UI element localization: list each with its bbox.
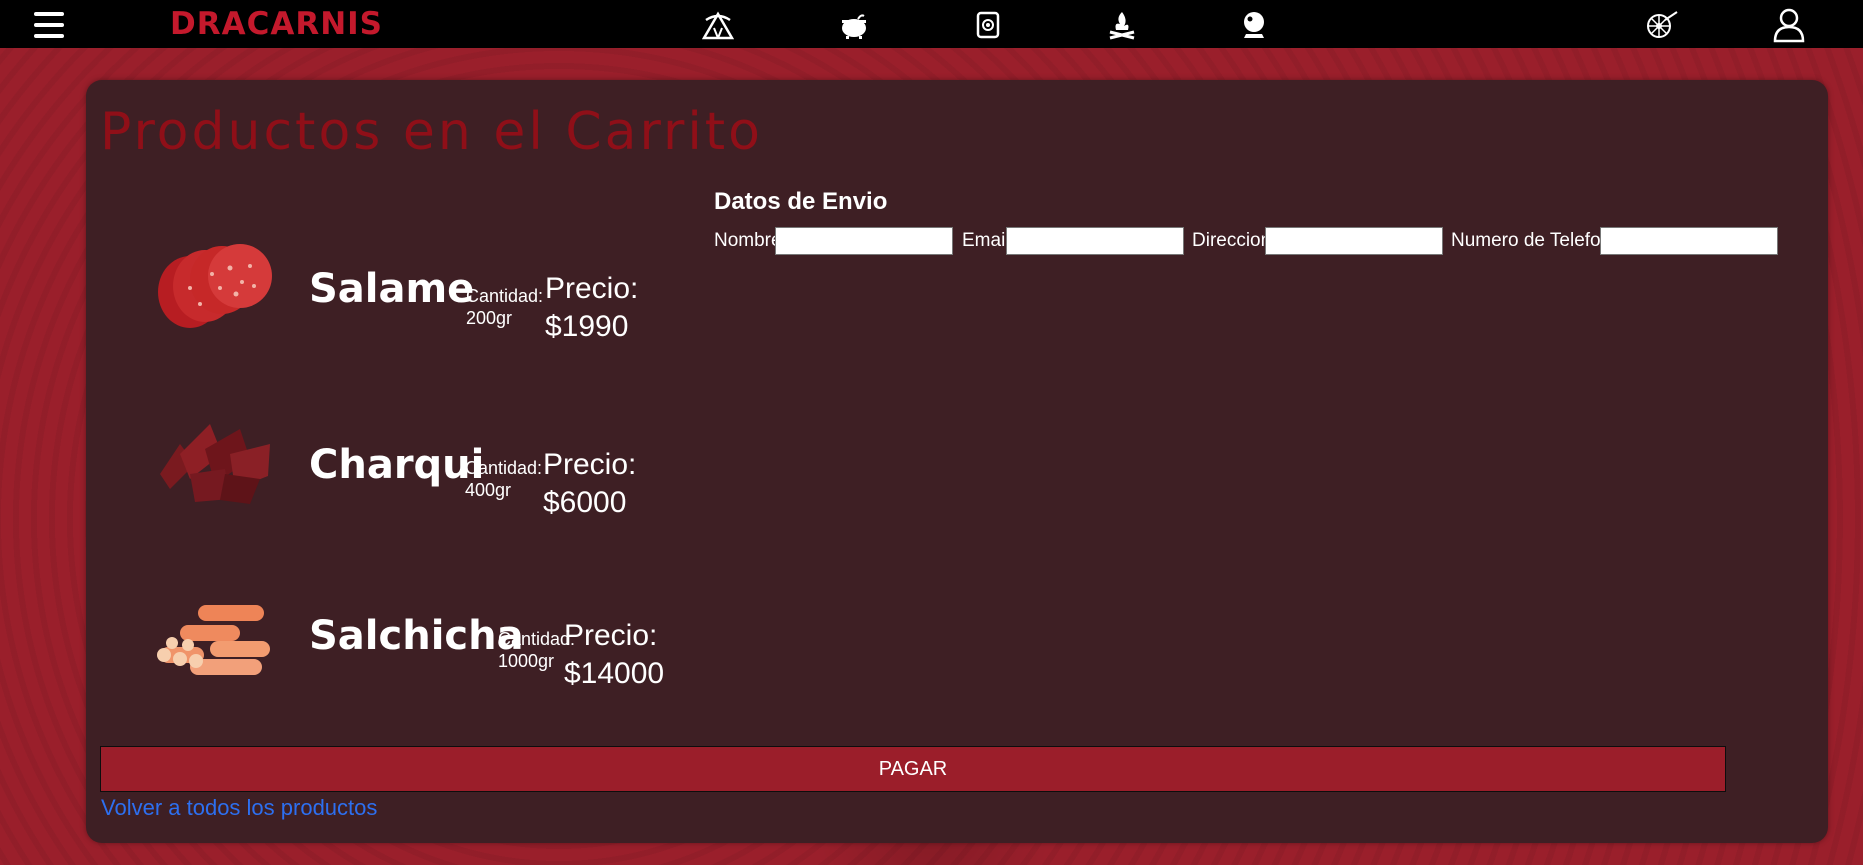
price-value: $6000 (543, 486, 627, 519)
sack-icon[interactable] (972, 10, 1004, 40)
quantity-label: Cantidad: (466, 286, 544, 306)
price-label: Precio: (543, 448, 637, 481)
name-field[interactable] (775, 227, 953, 255)
product-name: Charqui (309, 442, 485, 488)
cart-item: Charqui Cantidad: 400gr Precio: $6000 (86, 406, 786, 526)
pay-button[interactable]: PAGAR (100, 746, 1726, 792)
tent-icon[interactable] (701, 10, 735, 40)
cauldron-icon[interactable] (838, 10, 870, 40)
campfire-icon[interactable] (1106, 10, 1138, 40)
name-field-label: Nombre (714, 230, 782, 251)
price-value: $14000 (564, 657, 665, 690)
quantity-value: 1000gr (498, 651, 555, 671)
top-nav-bar: DRACARNIS (0, 0, 1863, 48)
price-value: $1990 (545, 310, 629, 343)
user-icon[interactable] (1772, 7, 1806, 43)
salchicha-image (150, 585, 282, 681)
product-name: Salchicha (309, 613, 524, 659)
cart-panel: Productos en el Carrito Salame Cantidad:… (86, 80, 1828, 843)
brand-logo[interactable]: DRACARNIS (170, 6, 383, 42)
shipping-title: Datos de Envio (714, 188, 888, 215)
price-label: Precio: (564, 619, 658, 652)
crystal-ball-icon[interactable] (1238, 10, 1270, 40)
page-title: Productos en el Carrito (100, 102, 763, 162)
email-field[interactable] (1006, 227, 1184, 255)
quantity-label: Cantidad: (465, 458, 543, 478)
cart-wheel-icon[interactable] (1641, 10, 1679, 40)
quantity-value: 200gr (466, 308, 513, 328)
salame-image (150, 238, 282, 334)
product-name: Salame (309, 266, 475, 312)
address-field-label: Direccion (1192, 230, 1272, 251)
cart-item: Salame Cantidad: 200gr Precio: $1990 (86, 230, 786, 350)
phone-field[interactable] (1600, 227, 1778, 255)
phone-field-label: Numero de Telefono (1451, 230, 1622, 251)
back-to-products-link[interactable]: Volver a todos los productos (101, 795, 377, 821)
cart-item: Salchicha Cantidad: 1000gr Precio: $1400… (86, 577, 786, 697)
quantity-value: 400gr (465, 480, 512, 500)
email-field-label: Email (962, 230, 1010, 251)
address-field[interactable] (1265, 227, 1443, 255)
hamburger-menu-icon[interactable] (34, 12, 64, 38)
price-label: Precio: (545, 272, 639, 305)
charqui-image (150, 414, 282, 510)
